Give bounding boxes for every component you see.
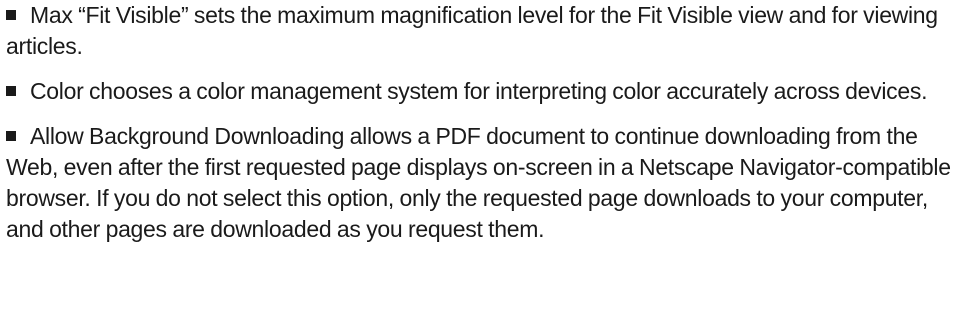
bullet-item-color: Color chooses a color management system … bbox=[6, 76, 961, 107]
bullet-text: Allow Background Downloading allows a PD… bbox=[6, 123, 951, 242]
bullet-item-max-fit-visible: Max “Fit Visible” sets the maximum magni… bbox=[6, 0, 961, 62]
bullet-item-allow-background-downloading: Allow Background Downloading allows a PD… bbox=[6, 121, 961, 245]
square-bullet-icon bbox=[6, 131, 16, 142]
square-bullet-icon bbox=[6, 10, 16, 21]
square-bullet-icon bbox=[6, 86, 16, 97]
bullet-text: Color chooses a color management system … bbox=[30, 78, 928, 104]
document-body: Max “Fit Visible” sets the maximum magni… bbox=[6, 0, 961, 259]
bullet-text: Max “Fit Visible” sets the maximum magni… bbox=[6, 2, 938, 59]
